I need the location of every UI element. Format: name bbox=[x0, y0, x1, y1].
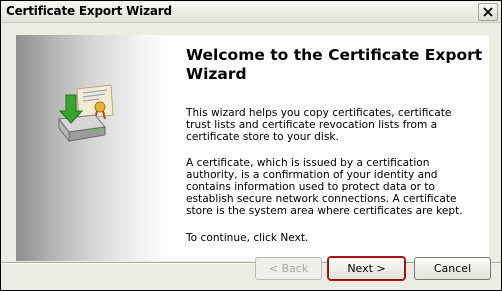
wizard-banner bbox=[16, 35, 161, 261]
cancel-button[interactable]: Cancel bbox=[414, 257, 491, 280]
next-button[interactable]: Next > bbox=[328, 257, 405, 280]
back-button[interactable]: < Back bbox=[255, 257, 322, 280]
certificate-description-paragraph: A certificate, which is issued by a cert… bbox=[186, 157, 463, 217]
intro-paragraph: This wizard helps you copy certificates,… bbox=[186, 107, 452, 143]
continue-instruction: To continue, click Next. bbox=[186, 232, 309, 244]
window-title: Certificate Export Wizard bbox=[6, 4, 172, 18]
close-button[interactable] bbox=[478, 3, 498, 21]
wizard-heading: Welcome to the Certificate Export Wizard bbox=[186, 46, 483, 83]
close-icon bbox=[483, 7, 493, 17]
certificate-export-icon bbox=[58, 84, 114, 143]
title-bar[interactable]: Certificate Export Wizard bbox=[1, 1, 501, 23]
certificate-export-wizard-window: Certificate Export Wizard Welcome to the… bbox=[0, 0, 502, 291]
wizard-content-panel: Welcome to the Certificate Export Wizard… bbox=[161, 35, 489, 261]
wizard-client-area: Welcome to the Certificate Export Wizard… bbox=[1, 23, 501, 290]
